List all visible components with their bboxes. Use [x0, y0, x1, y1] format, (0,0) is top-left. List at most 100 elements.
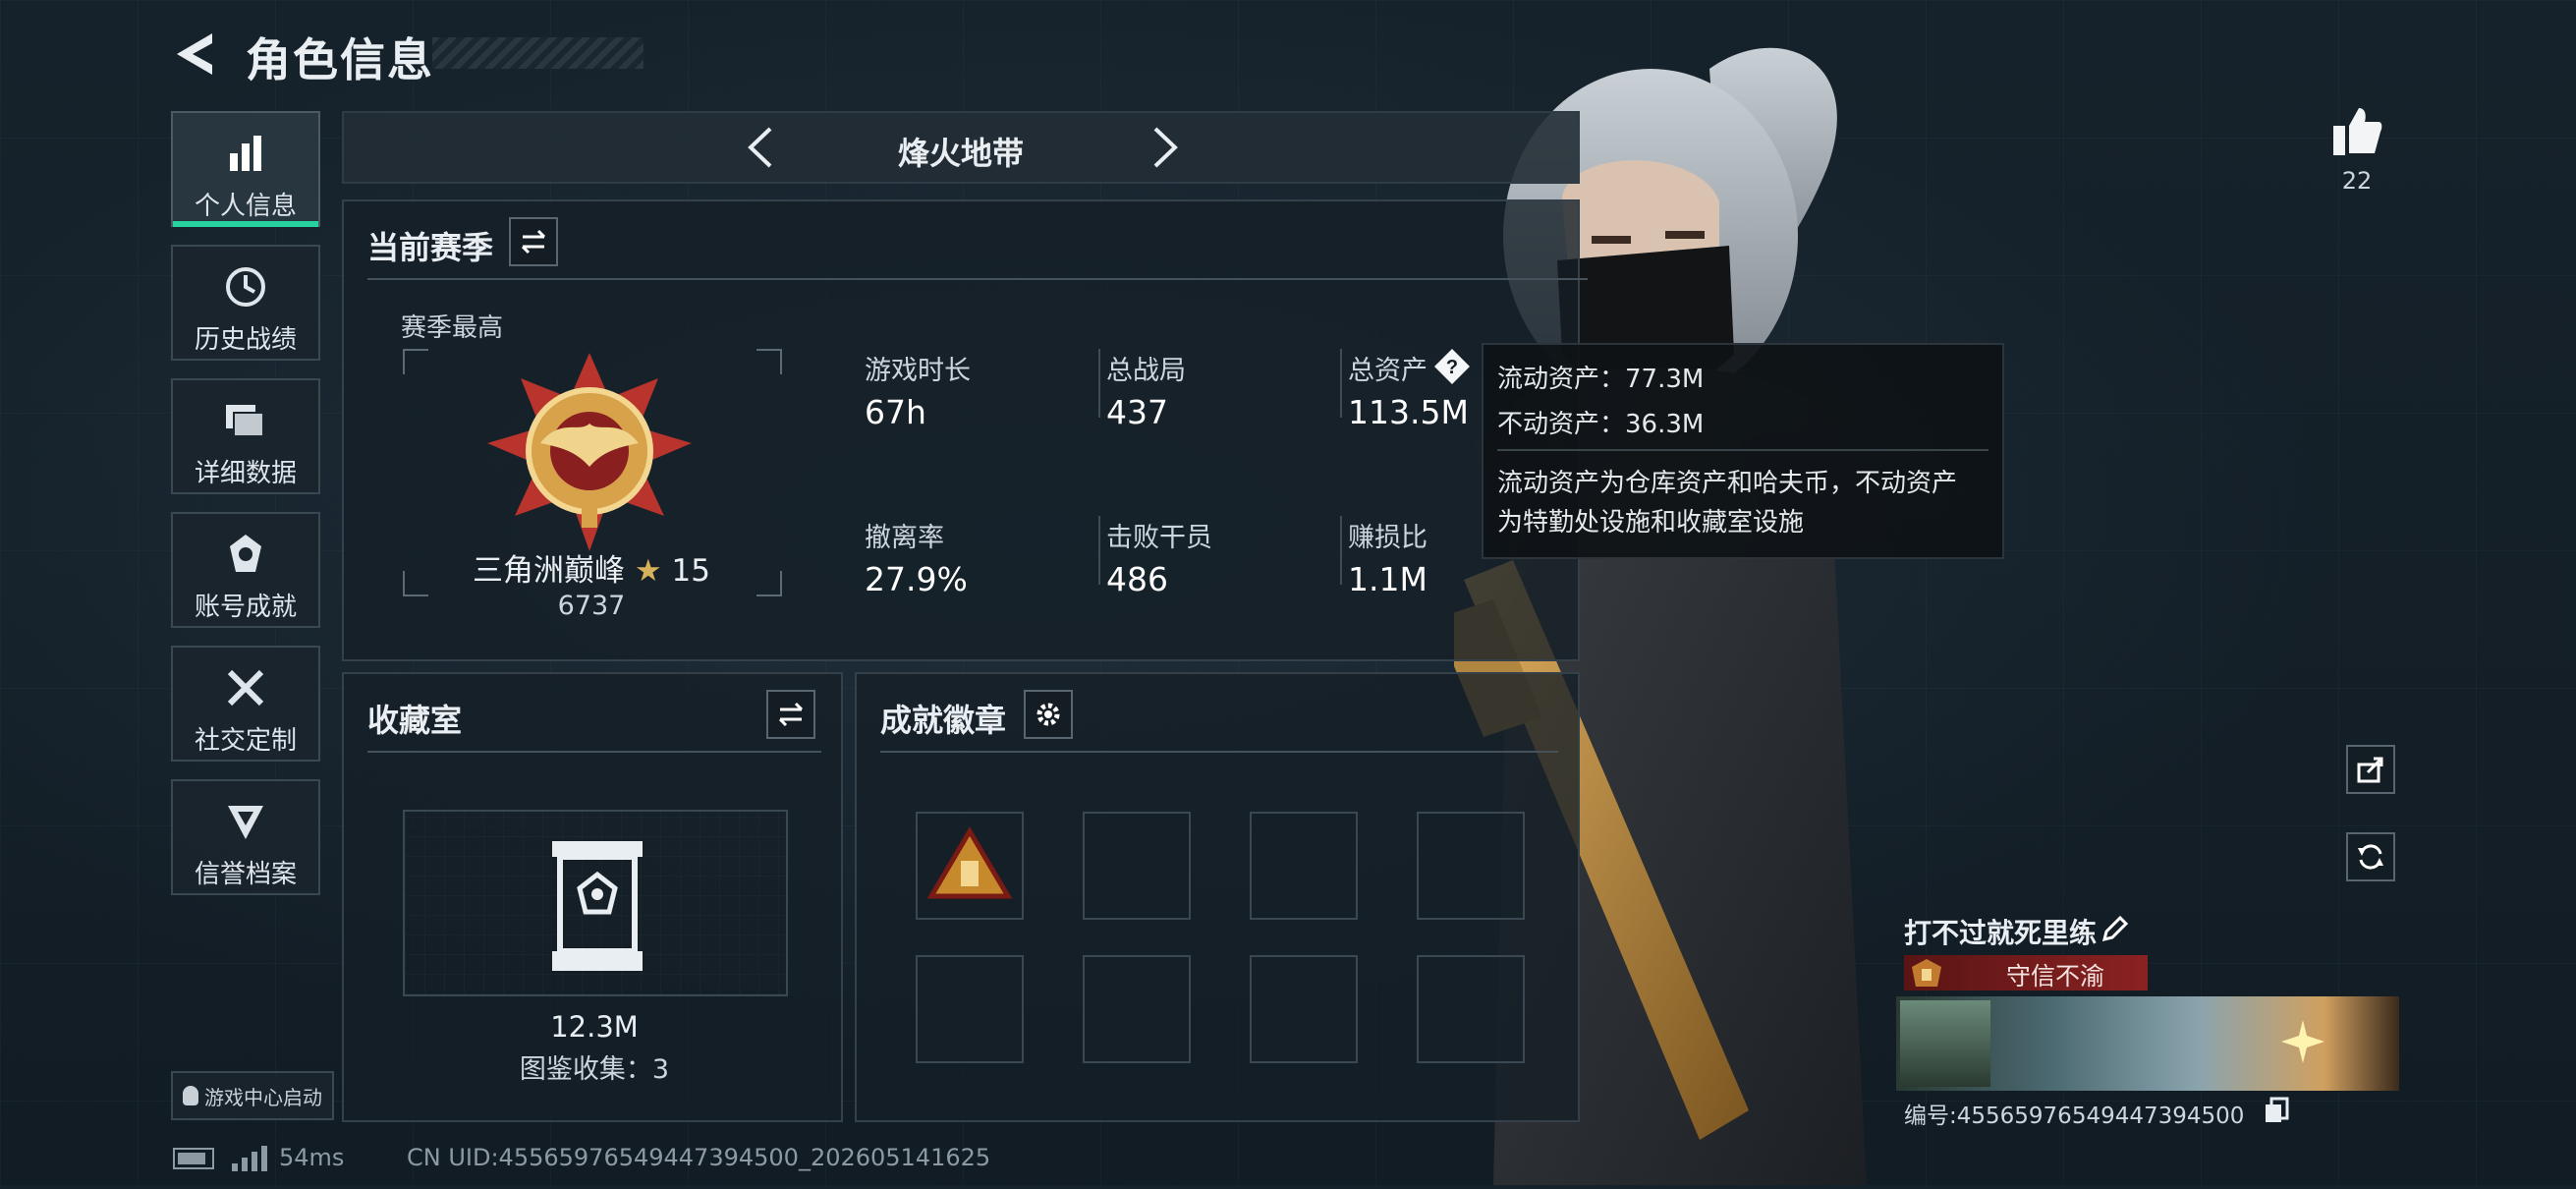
stat-label-kills: 击败干员 [1106, 523, 1212, 553]
collection-panel: 收藏室 12.3M 图鉴收集：3 [342, 672, 843, 1122]
frame-corner [403, 349, 428, 374]
muzzle-flash-icon [2279, 1018, 2326, 1065]
tooltip-liquid-assets: 流动资产：77.3M [1497, 365, 1705, 394]
season-switch-button[interactable] [509, 217, 558, 266]
like-count: 22 [2341, 167, 2373, 195]
sidebar-item-social[interactable]: 社交定制 [171, 646, 320, 762]
mode-selector: 烽火地带 [342, 111, 1580, 184]
active-indicator [173, 221, 318, 227]
edit-name-button[interactable] [2099, 914, 2132, 947]
tools-icon [173, 665, 318, 710]
share-button[interactable] [2346, 745, 2395, 794]
next-mode-button[interactable] [1140, 123, 1189, 172]
help-icon[interactable]: ? [1432, 347, 1472, 386]
tooltip-desc-line1: 流动资产为仓库资产和哈夫币，不动资产 [1497, 469, 1958, 498]
star-icon: ★ [634, 553, 662, 589]
player-id: 编号:4556597654944739450​0 [1904, 1104, 2245, 1129]
credit-label: 守信不渝 [2005, 962, 2104, 991]
pyramid-badge-icon [926, 826, 1013, 899]
stat-value-profit-ratio: 1.1M [1348, 560, 1428, 598]
section-underline [367, 278, 1588, 280]
back-button[interactable] [169, 29, 228, 79]
stat-label-matches: 总战局 [1106, 356, 1186, 386]
season-title: 当前赛季 [367, 229, 494, 266]
rank-name: 三角洲巅峰 [473, 553, 626, 589]
swap-icon [778, 702, 804, 727]
refresh-icon [2358, 844, 2383, 870]
display-case-icon [548, 837, 646, 975]
battery-icon [173, 1148, 214, 1169]
badges-settings-button[interactable] [1024, 690, 1073, 739]
sidebar-item-credit-record[interactable]: 信誉档案 [171, 779, 320, 895]
like-button[interactable]: 22 [2323, 104, 2391, 202]
sidebar-item-personal-info[interactable]: 个人信息 [171, 111, 320, 227]
stat-label-profit-ratio: 赚损比 [1348, 523, 1428, 553]
badge-slot[interactable] [1083, 955, 1191, 1063]
chevron-right-icon [1153, 127, 1178, 168]
sidebar-item-achievements[interactable]: 账号成就 [171, 512, 320, 628]
back-arrow-icon [177, 33, 212, 75]
share-icon [2357, 757, 2383, 783]
badge-slot[interactable] [1083, 812, 1191, 920]
sidebar-item-label: 个人信息 [194, 192, 297, 221]
game-center-button[interactable]: 游戏中心启动 [171, 1071, 334, 1120]
frame-corner [756, 349, 782, 374]
stat-separator [1340, 516, 1342, 585]
tooltip-desc-line2: 为特勤处设施和收藏室设施 [1497, 508, 1805, 538]
collection-display[interactable] [403, 810, 788, 996]
badges-panel: 成就徽章 [855, 672, 1580, 1122]
sidebar-item-detail-data[interactable]: 详细数据 [171, 378, 320, 494]
bar-chart-icon [173, 131, 318, 176]
player-banner[interactable] [1896, 996, 2399, 1091]
svg-text:?: ? [1446, 357, 1458, 378]
tooltip-divider [1497, 449, 1988, 451]
collection-count: 图鉴收集：3 [519, 1054, 670, 1085]
sidebar-item-label: 社交定制 [194, 726, 297, 756]
mode-title: 烽火地带 [897, 135, 1024, 172]
qq-penguin-icon [183, 1086, 198, 1105]
badge-slot[interactable] [916, 955, 1024, 1063]
title-decoration [432, 37, 644, 69]
collection-title: 收藏室 [367, 702, 463, 739]
rank-score: 6737 [557, 591, 626, 621]
stat-separator [1098, 349, 1100, 418]
rank-name-row: 三角洲巅峰 ★ 15 [403, 545, 780, 590]
stat-label-playtime: 游戏时长 [865, 356, 971, 386]
sidebar-item-history[interactable]: 历史战绩 [171, 245, 320, 361]
uid-text: CN UID:45565976549447394500_202605141625 [407, 1144, 991, 1171]
credit-badge: 守信不渝 [1904, 955, 2148, 991]
sidebar-item-label: 历史战绩 [194, 325, 297, 355]
badge-slot[interactable] [1250, 812, 1358, 920]
copy-id-button[interactable] [2264, 1097, 2293, 1126]
badge-slot[interactable] [1417, 812, 1525, 920]
rank-stars: 15 [671, 553, 710, 589]
thumbs-up-icon [2333, 108, 2382, 155]
badges-title: 成就徽章 [880, 702, 1007, 739]
sidebar-item-label: 详细数据 [194, 459, 297, 488]
copy-icon [2266, 1097, 2289, 1122]
badge-slot[interactable] [1250, 955, 1358, 1063]
stat-value-extract-rate: 27.9% [865, 560, 968, 598]
folders-icon [173, 398, 318, 443]
collection-switch-button[interactable] [766, 690, 815, 739]
gear-icon [1036, 703, 1060, 726]
assets-tooltip: 流动资产：77.3M 不动资产：36.3M 流动资产为仓库资产和哈夫币，不动资产… [1482, 343, 2004, 559]
stat-value-kills: 486 [1106, 560, 1168, 598]
stat-separator [1340, 349, 1342, 418]
section-underline [880, 751, 1558, 753]
collection-value: 12.3M [550, 1010, 639, 1044]
stat-value-matches: 437 [1106, 393, 1168, 431]
refresh-button[interactable] [2346, 832, 2395, 881]
signal-icon [230, 1146, 269, 1171]
stat-value-assets: 113.5M [1348, 393, 1469, 431]
banner-avatar [1900, 1000, 1990, 1087]
player-name: 打不过就死里练 [1904, 917, 2098, 949]
stat-label-assets: 总资产 [1348, 356, 1428, 386]
stat-separator [1098, 516, 1100, 585]
badge-slot[interactable] [916, 812, 1024, 920]
shield-rank-icon [173, 799, 318, 844]
credit-icon [1910, 957, 1943, 989]
clock-icon [173, 264, 318, 310]
stat-label-extract-rate: 撤离率 [865, 523, 944, 553]
badge-slot[interactable] [1417, 955, 1525, 1063]
